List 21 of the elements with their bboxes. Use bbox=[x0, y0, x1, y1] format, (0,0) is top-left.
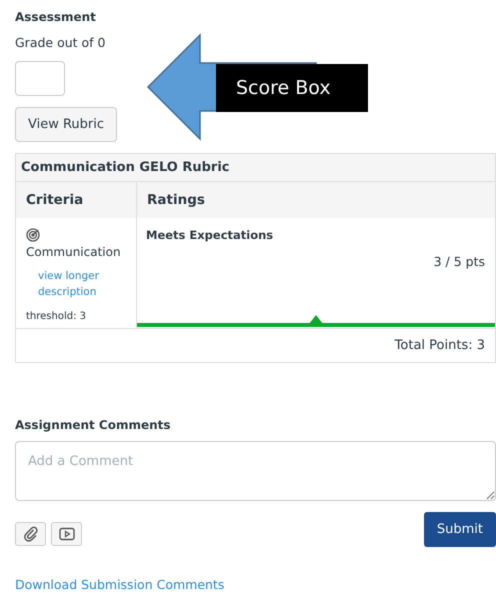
attach-button[interactable] bbox=[15, 522, 46, 546]
submit-button[interactable]: Submit bbox=[424, 512, 496, 547]
target-icon bbox=[26, 228, 40, 242]
criterion-name: Communication bbox=[26, 245, 122, 259]
annotation-label: Score Box bbox=[216, 64, 368, 112]
grade-label: Grade out of 0 bbox=[15, 35, 107, 50]
rubric-title: Communication GELO Rubric bbox=[16, 154, 495, 182]
total-points: Total Points: 3 bbox=[394, 338, 485, 353]
threshold-text: threshold: 3 bbox=[26, 310, 88, 322]
comment-field[interactable]: Add a Comment bbox=[15, 440, 496, 501]
column-header: Criteria bbox=[25, 191, 84, 210]
video-icon bbox=[58, 527, 74, 542]
media-button[interactable] bbox=[51, 522, 82, 546]
score-field[interactable] bbox=[15, 61, 65, 96]
view-rubric-button[interactable]: View Rubric bbox=[15, 107, 118, 142]
paperclip-icon bbox=[22, 526, 38, 542]
section-heading: Assignment Comments bbox=[15, 418, 172, 432]
column-header: Ratings bbox=[136, 182, 495, 218]
section-heading: Assessment bbox=[15, 10, 97, 24]
rating-name: Meets Expectations bbox=[145, 228, 274, 242]
rating-points: 3 / 5 pts bbox=[434, 254, 485, 269]
